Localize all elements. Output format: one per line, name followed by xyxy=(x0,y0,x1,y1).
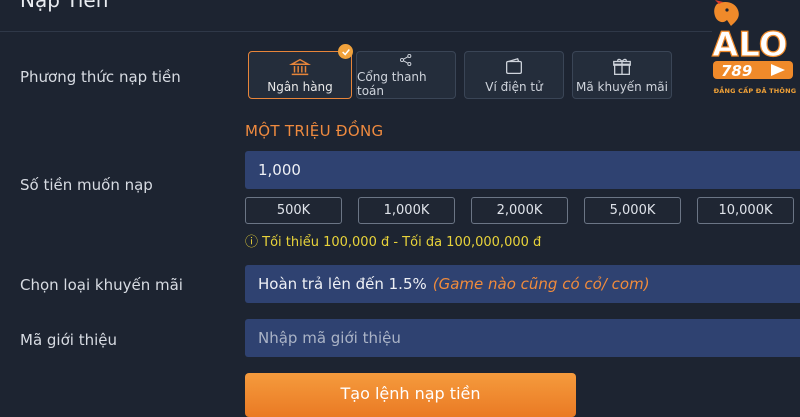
quick-amount-5000k-button[interactable]: 5,000K xyxy=(584,197,681,224)
gift-icon xyxy=(613,58,631,75)
quick-amount-1000k-button[interactable]: 1,000K xyxy=(358,197,455,224)
quick-amount-10000k-button[interactable]: 10,000K xyxy=(697,197,794,224)
amount-input[interactable]: 1,000 xyxy=(245,151,800,189)
promotion-note: (Game nào cũng có cỏ/ com) xyxy=(432,275,650,293)
page-title: Nạp Tiền xyxy=(20,0,109,12)
promotion-select[interactable]: Hoàn trả lên đến 1.5% (Game nào cũng có … xyxy=(245,265,800,303)
bank-icon xyxy=(289,58,311,76)
alo789-logo: ALO 789 xyxy=(711,0,793,80)
amount-input-value: 1,000 xyxy=(258,161,301,179)
payment-method-label: Phương thức nạp tiền xyxy=(20,68,181,86)
quick-amount-500k-button[interactable]: 500K xyxy=(245,197,342,224)
promotion-value: Hoàn trả lên đến 1.5% xyxy=(258,275,427,293)
method-ewallet-button[interactable]: Ví điện tử xyxy=(464,51,564,99)
promotion-label: Chọn loại khuyến mãi xyxy=(20,276,183,294)
referral-code-input[interactable]: Nhập mã giới thiệu xyxy=(245,319,800,357)
brand-tagline: ĐẲNG CẤP ĐÃ THÔNG xyxy=(713,87,797,95)
method-promo-code-label: Mã khuyến mãi xyxy=(576,80,668,94)
referral-placeholder: Nhập mã giới thiệu xyxy=(258,329,401,347)
method-gateway-label: Cổng thanh toán xyxy=(357,70,427,98)
quick-amount-2000k-button[interactable]: 2,000K xyxy=(471,197,568,224)
method-gateway-button[interactable]: Cổng thanh toán xyxy=(356,51,456,99)
wallet-icon xyxy=(506,57,522,75)
amount-label: Số tiền muốn nạp xyxy=(20,176,153,194)
svg-text:ALO: ALO xyxy=(712,25,788,65)
amount-in-words: MỘT TRIỆU ĐỒNG xyxy=(245,122,384,140)
svg-text:789: 789 xyxy=(721,62,752,80)
create-deposit-button[interactable]: Tạo lệnh nạp tiền xyxy=(245,373,576,417)
referral-label: Mã giới thiệu xyxy=(20,331,117,349)
method-bank-button[interactable]: Ngân hàng xyxy=(248,51,352,99)
create-deposit-label: Tạo lệnh nạp tiền xyxy=(340,384,481,403)
method-ewallet-label: Ví điện tử xyxy=(485,80,543,94)
share-icon xyxy=(400,54,412,66)
amount-limit-hint: ⓘ Tối thiểu 100,000 đ - Tối đa 100,000,0… xyxy=(245,235,542,250)
method-bank-label: Ngân hàng xyxy=(267,80,333,94)
method-promo-code-button[interactable]: Mã khuyến mãi xyxy=(572,51,672,99)
header-divider xyxy=(0,31,712,32)
selected-check-icon xyxy=(338,44,353,59)
